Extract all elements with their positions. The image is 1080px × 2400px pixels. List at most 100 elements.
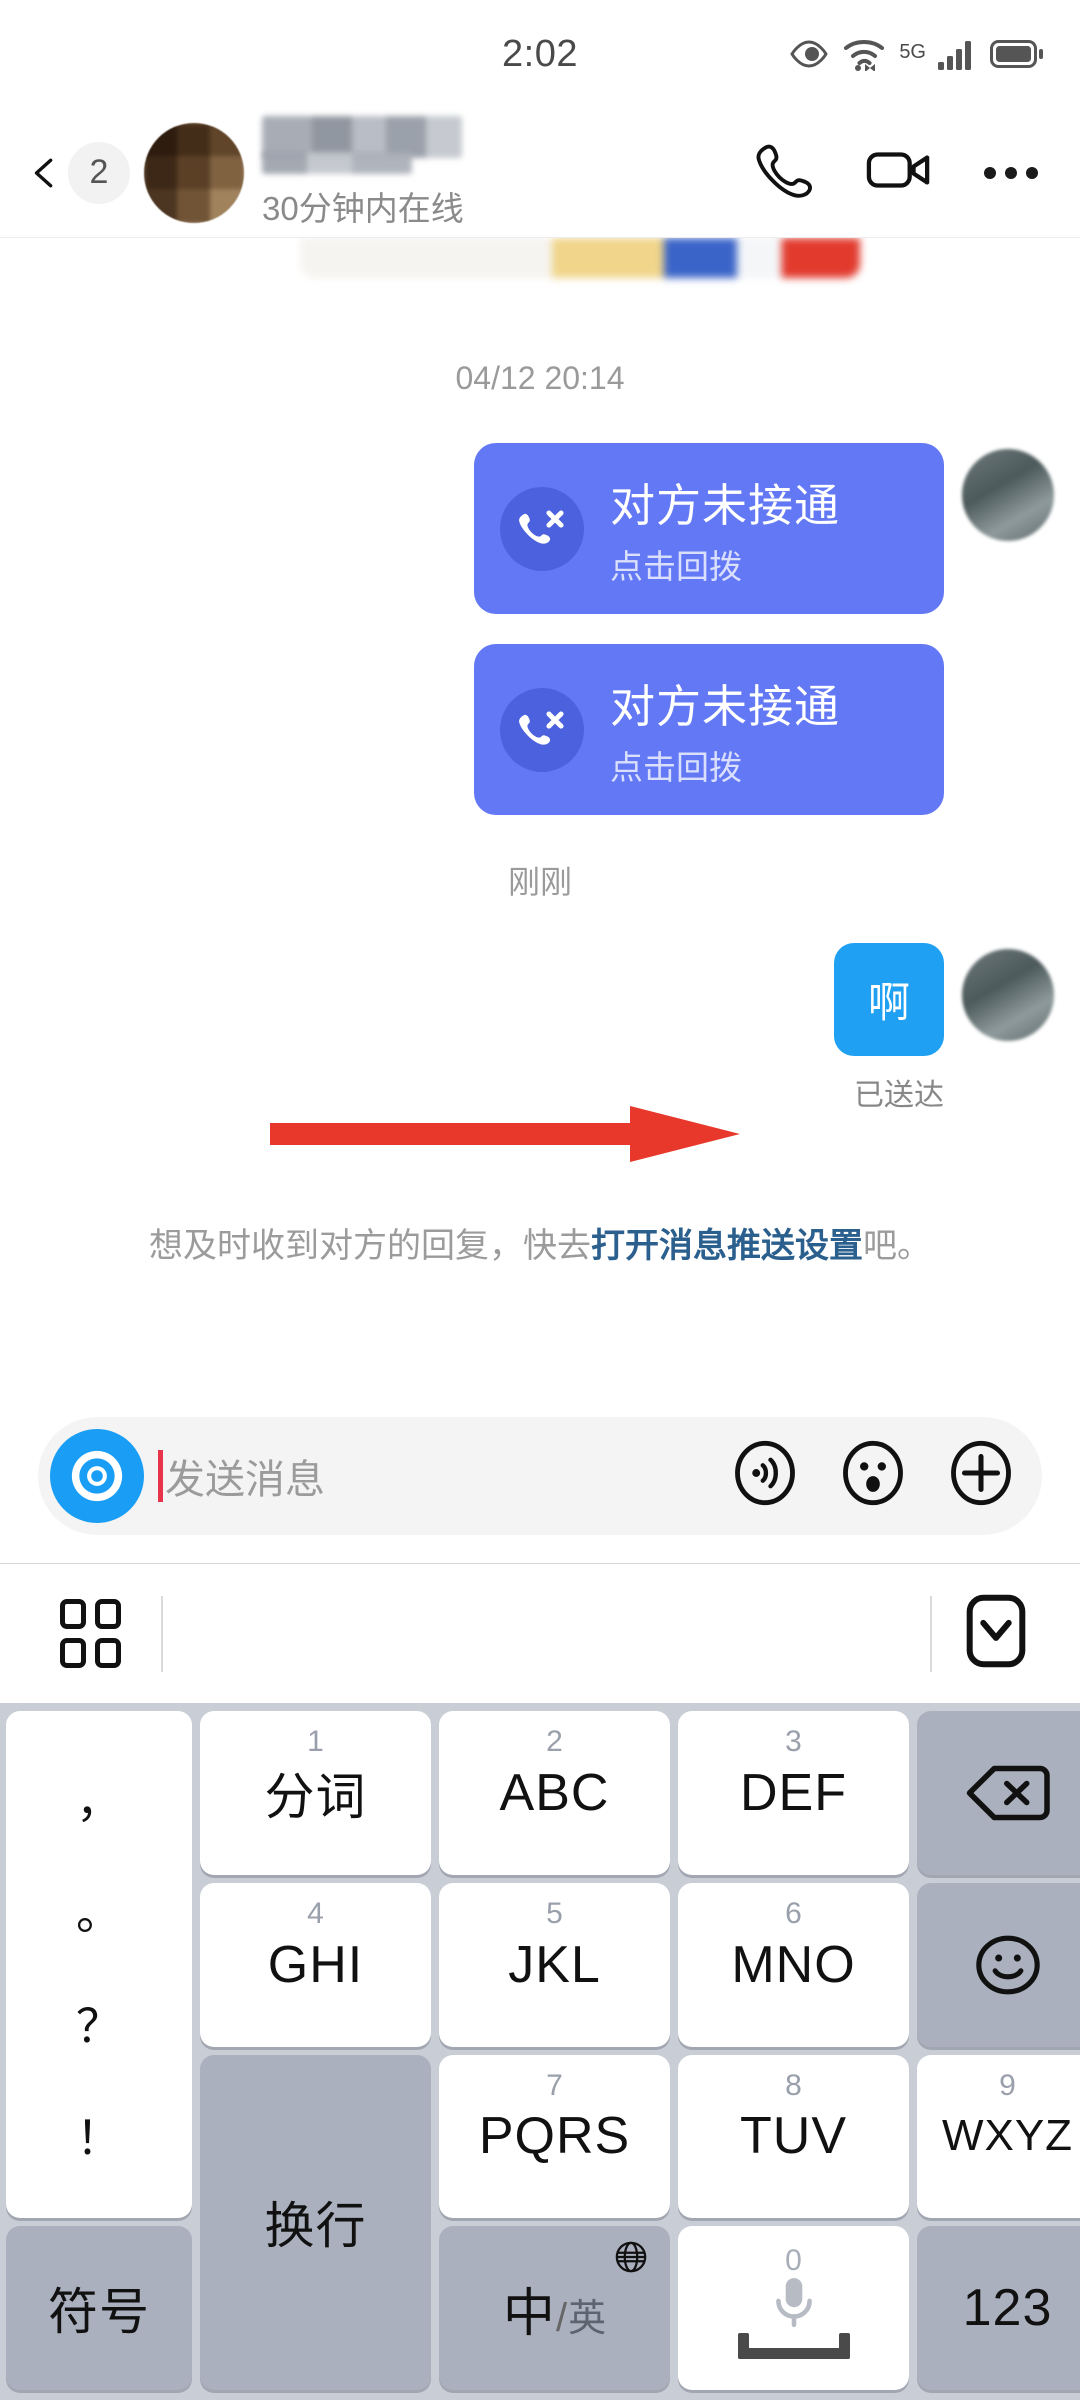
space-key[interactable]: 0 [678, 2226, 909, 2390]
message-row: 对方未接通 点击回拨 [0, 644, 1080, 815]
toolbar-divider-right [930, 1595, 932, 1672]
punct-exclaim[interactable]: ！ [76, 2115, 122, 2161]
missed-call-bubble[interactable]: 对方未接通 点击回拨 [474, 644, 944, 815]
status-icons: 5G [789, 37, 1044, 71]
grid-cell-2 [95, 1599, 121, 1629]
language-label: 中 / 英 [503, 2271, 606, 2346]
chat-header: 2 30分钟内在线 [0, 108, 1080, 238]
input-action-icons [732, 1440, 1014, 1511]
back-button[interactable]: 2 [28, 141, 130, 204]
dot-1 [984, 166, 996, 179]
key-7-pqrs[interactable]: 7 PQRS [439, 2054, 670, 2219]
message-row: 啊 [0, 943, 1080, 1056]
symbols-label: 符号 [48, 2284, 150, 2341]
punct-comma[interactable]: ， [76, 1778, 122, 1824]
collapse-keyboard-icon[interactable] [966, 1594, 1026, 1673]
emoji-face-icon [975, 1935, 1040, 1995]
call-bubble-text: 对方未接通 点击回拨 [610, 670, 840, 789]
key-1-fenci[interactable]: 1 分词 [200, 1711, 431, 1875]
key-6-mno[interactable]: 6 MNO [678, 1882, 909, 2047]
message-row: 对方未接通 点击回拨 [0, 443, 1080, 614]
scrolled-image-message[interactable] [300, 238, 860, 278]
key-label: GHI [267, 1935, 364, 1994]
punct-question[interactable]: ？ [76, 2003, 122, 2049]
symbols-key[interactable]: 符号 [6, 2226, 192, 2390]
more-options-icon[interactable] [984, 166, 1038, 179]
grid-cell-4 [95, 1638, 121, 1668]
status-bar: 2:02 5G [0, 0, 1080, 108]
online-status: 30分钟内在线 [262, 189, 464, 227]
space-number: 0 [785, 2244, 802, 2278]
contact-info: 30分钟内在线 [262, 115, 464, 230]
enter-newline-key[interactable]: 换行 [200, 2054, 431, 2390]
sender-avatar[interactable] [962, 449, 1054, 541]
grid-cell-3 [60, 1638, 86, 1668]
key-label: PQRS [478, 2107, 631, 2166]
globe-icon [614, 2240, 648, 2279]
phone-missed-icon [500, 687, 584, 772]
key-number: 1 [307, 1725, 324, 1758]
key-label: DEF [740, 1763, 847, 1822]
wifi-icon [842, 37, 886, 71]
annotation-arrow [270, 1098, 750, 1173]
dot-3 [1026, 166, 1038, 179]
app-grid-icon[interactable] [60, 1599, 121, 1668]
numeric-label: 123 [962, 2279, 1053, 2338]
call-action-subtitle: 点击回拨 [610, 749, 742, 786]
key-number: 7 [546, 2068, 563, 2102]
call-action-subtitle: 点击回拨 [610, 548, 742, 585]
call-status-title: 对方未接通 [610, 681, 841, 732]
emoji-key[interactable] [917, 1882, 1080, 2047]
contact-avatar[interactable] [144, 122, 244, 223]
push-settings-hint: 想及时收到对方的回复，快去打开消息推送设置吧。 [0, 1220, 1080, 1273]
video-call-icon[interactable] [866, 144, 932, 201]
key-label: MNO [731, 1935, 856, 1994]
key-label: JKL [508, 1935, 601, 1994]
unread-count-badge: 2 [68, 141, 130, 204]
message-timestamp: 04/12 20:14 [455, 360, 625, 396]
key-number: 2 [546, 1725, 563, 1758]
backspace-key[interactable] [917, 1711, 1080, 1875]
camera-shutter-icon[interactable] [50, 1428, 144, 1523]
emoji-icon[interactable] [840, 1440, 906, 1511]
lang-en: 英 [568, 2297, 607, 2340]
dot-2 [1005, 166, 1017, 179]
message-input-placeholder[interactable]: 发送消息 [165, 1447, 325, 1505]
phone-call-icon[interactable] [752, 139, 814, 206]
network-type-label: 5G [899, 41, 926, 63]
keyboard[interactable]: ， 。 ？ ！ 1 分词 2 ABC 3 DEF 4 GHI 5 JKL 6 M… [0, 1703, 1080, 2400]
key-number: 3 [785, 1725, 802, 1758]
punctuation-key[interactable]: ， 。 ？ ！ [6, 1711, 192, 2219]
hint-suffix: 吧。 [863, 1227, 931, 1265]
phone-missed-icon [500, 486, 584, 571]
language-switch-key[interactable]: 中 / 英 [439, 2226, 670, 2390]
enter-label: 换行 [264, 2198, 367, 2255]
open-push-settings-link[interactable]: 打开消息推送设置 [591, 1227, 863, 1265]
spacebar-indicator [737, 2333, 850, 2360]
message-list[interactable]: 04/12 20:14 对方未接通 点击回拨 对方未接通 点击回拨 刚刚 啊 已… [0, 238, 1080, 1378]
punct-period[interactable]: 。 [76, 1890, 122, 1936]
text-cursor [158, 1449, 163, 1502]
keyboard-toolbar [0, 1563, 1080, 1703]
numeric-key[interactable]: 123 [917, 2226, 1080, 2390]
lang-cn: 中 [502, 2284, 555, 2343]
message-input-bar: 发送消息 [0, 1388, 1080, 1563]
key-number: 9 [999, 2068, 1016, 2102]
key-2-abc[interactable]: 2 ABC [439, 1711, 670, 1875]
chat-screen: 2:02 5G 2 30分钟内在线 04/12 20:14 对方未接通 点击回拨… [0, 0, 1080, 2400]
key-9-wxyz[interactable]: 9 WXYZ [917, 2054, 1080, 2219]
key-8-tuv[interactable]: 8 TUV [678, 2054, 909, 2219]
key-5-jkl[interactable]: 5 JKL [439, 1882, 670, 2047]
grid-cell-1 [60, 1599, 86, 1629]
key-3-def[interactable]: 3 DEF [678, 1711, 909, 1875]
eye-icon [789, 40, 829, 68]
sender-avatar[interactable] [962, 949, 1054, 1041]
microphone-icon[interactable] [771, 2275, 817, 2334]
missed-call-bubble[interactable]: 对方未接通 点击回拨 [474, 443, 944, 614]
key-4-ghi[interactable]: 4 GHI [200, 1882, 431, 2047]
outgoing-text-bubble[interactable]: 啊 [833, 943, 944, 1056]
key-label: 分词 [264, 1768, 367, 1825]
input-container[interactable]: 发送消息 [38, 1416, 1042, 1535]
add-more-icon[interactable] [948, 1440, 1014, 1511]
voice-input-icon[interactable] [732, 1440, 798, 1511]
